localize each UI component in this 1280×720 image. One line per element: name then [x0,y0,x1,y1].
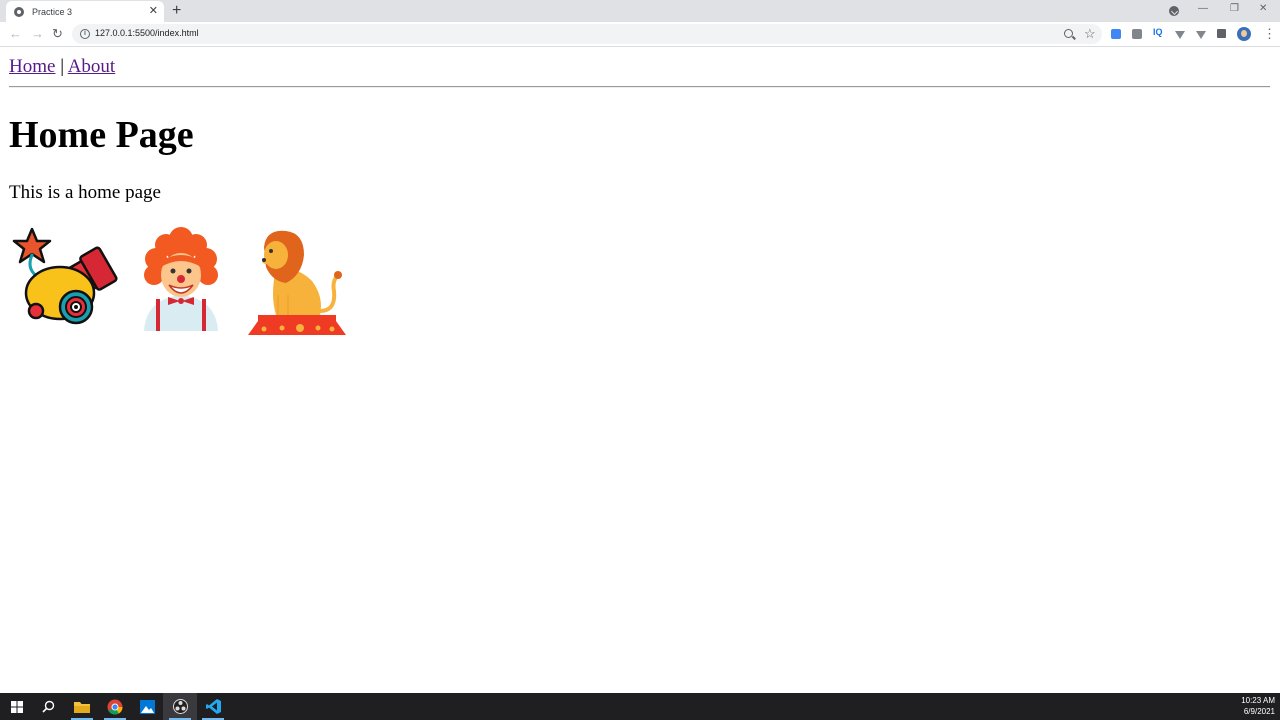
browser-titlebar: Practice 3 ✕ + — ❐ ✕ [0,0,1280,22]
clock-time: 10:23 AM [1241,696,1275,705]
restore-button[interactable]: ❐ [1230,3,1239,14]
obs-icon [172,699,188,714]
windows-icon [11,700,23,713]
address-bar[interactable]: i 127.0.0.1:5500/index.html ☆ [72,24,1102,44]
clock-date: 6/9/2021 [1243,707,1275,716]
forward-icon[interactable]: → [31,26,44,42]
info-icon[interactable]: i [80,29,90,39]
vscode-button[interactable] [196,693,230,720]
page-title: Home Page [9,114,194,156]
search-icon [41,700,54,713]
obs-button[interactable] [163,693,197,720]
vue-extension-icon[interactable] [1175,31,1185,39]
photos-button[interactable] [130,693,164,720]
web-page: Home | About Home Page This is a home pa… [0,47,1280,693]
system-clock[interactable]: 10:23 AM 6/9/2021 [1241,695,1275,717]
docs-extension-icon[interactable] [1111,29,1121,39]
star-icon[interactable]: ☆ [1084,26,1096,42]
cannon-image [12,227,118,325]
clown-image [144,227,218,331]
browser-tab[interactable]: Practice 3 ✕ [6,1,164,22]
vscode-icon [205,699,221,714]
profile-avatar[interactable] [1237,27,1251,41]
extension-icon[interactable] [1132,29,1142,39]
nav-separator: | [60,56,64,77]
tab-search-icon[interactable] [1169,6,1179,16]
home-link[interactable]: Home [9,56,55,77]
back-icon[interactable]: ← [9,26,22,42]
globe-icon [14,6,24,17]
puzzle-icon[interactable] [1217,29,1226,38]
page-text: This is a home page [9,182,161,203]
vue-extension-icon-2[interactable] [1196,31,1206,39]
close-window-button[interactable]: ✕ [1259,3,1267,14]
zoom-icon[interactable] [1064,29,1073,38]
page-nav: Home | About [9,56,115,78]
photos-icon [139,699,155,714]
browser-toolbar: ← → ↻ i 127.0.0.1:5500/index.html ☆ IQ ⋮ [0,22,1280,47]
minimize-button[interactable]: — [1198,3,1208,14]
tab-title: Practice 3 [32,6,73,17]
start-button[interactable] [0,693,34,720]
new-tab-button[interactable]: + [172,2,181,20]
chrome-icon [107,699,123,715]
tab-close-icon[interactable]: ✕ [149,6,158,17]
search-button[interactable] [31,693,65,720]
divider [9,86,1270,88]
about-link[interactable]: About [68,56,116,77]
chrome-button[interactable] [98,693,132,720]
menu-icon[interactable]: ⋮ [1263,26,1276,42]
folder-icon [74,701,90,713]
file-explorer-button[interactable] [65,693,99,720]
lion-image [248,230,346,335]
iq-extension-icon[interactable]: IQ [1153,27,1163,37]
reload-icon[interactable]: ↻ [52,26,63,42]
taskbar: 10:23 AM 6/9/2021 [0,693,1280,720]
url-text[interactable]: 127.0.0.1:5500/index.html [95,28,199,38]
